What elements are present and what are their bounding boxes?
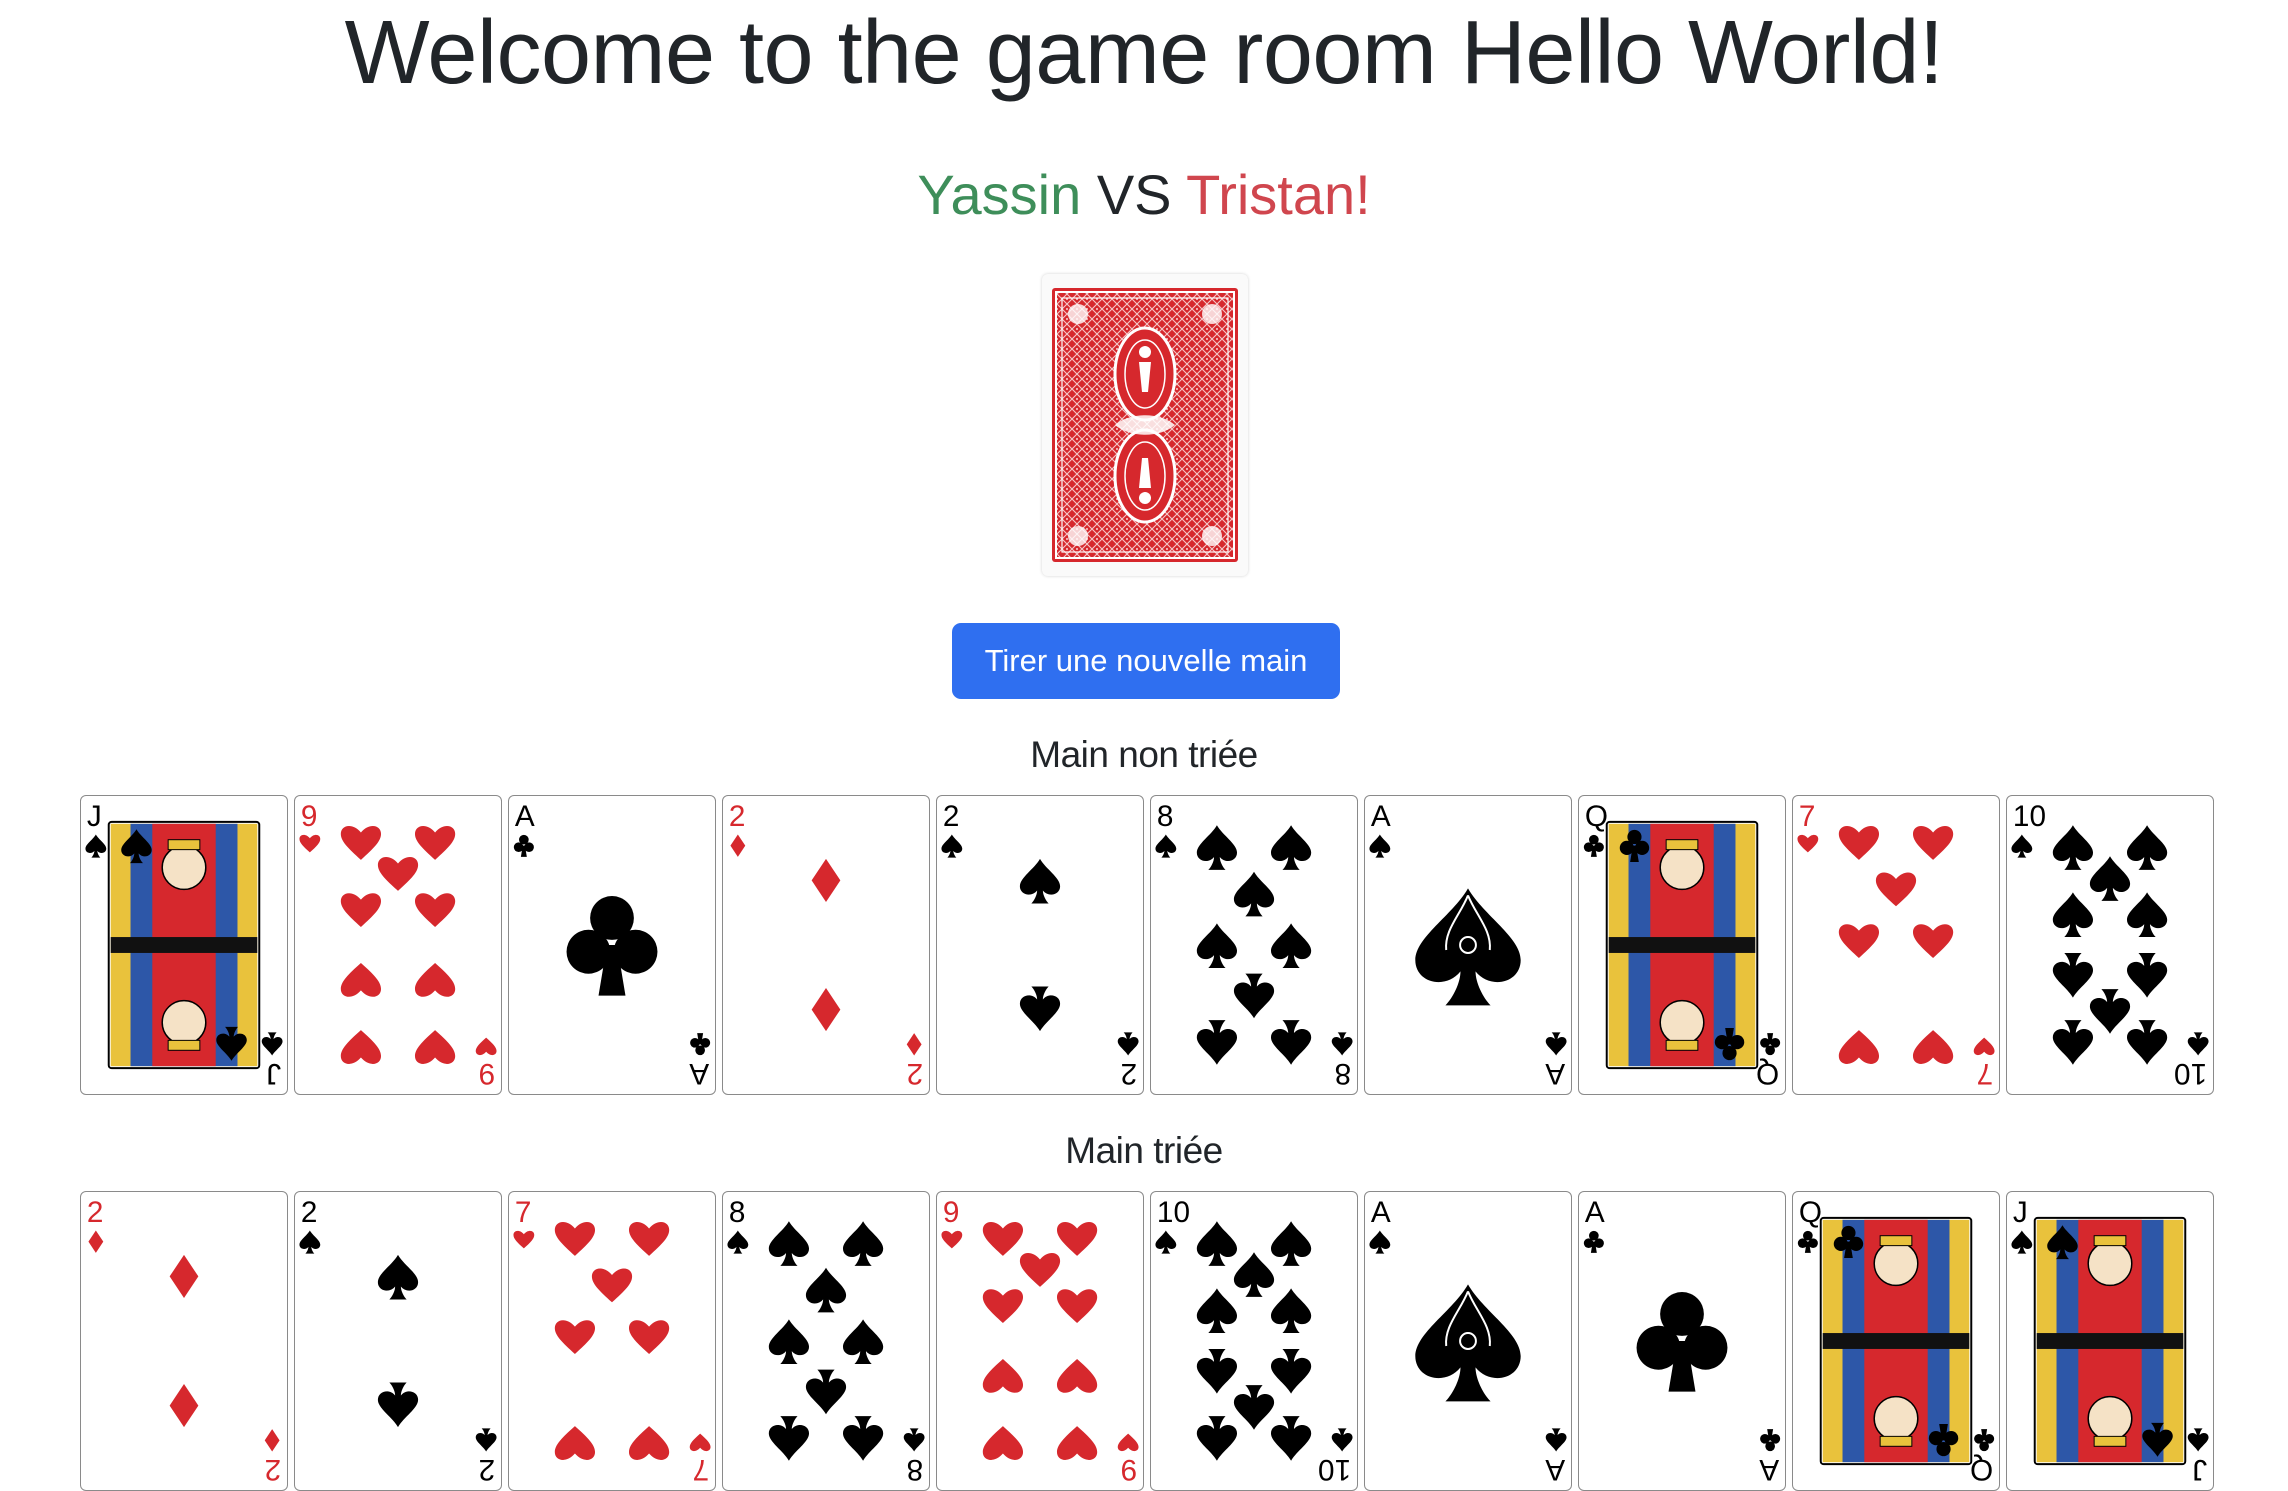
playing-card[interactable]: AA <box>508 795 716 1095</box>
unsorted-hand-label: Main non triée <box>1030 734 1258 775</box>
card-rank: A <box>515 800 535 833</box>
spade-icon: 10 10 <box>2011 800 2209 1090</box>
card-rank: 10 <box>1157 1196 1190 1229</box>
unsorted-hand: J J 9 9 A A 2 2 2 2 8 8 A A Q Q 7 7 10 10 <box>80 795 2214 1095</box>
playing-card[interactable]: 10 10 <box>1150 1191 1358 1491</box>
card-rank-bottom: 7 <box>693 1453 710 1486</box>
card-rank-bottom: A <box>1545 1453 1565 1486</box>
card-rank: 2 <box>729 800 746 833</box>
diamond-icon: 22 <box>729 800 924 1090</box>
heart-icon: 77 <box>1797 800 1995 1090</box>
card-rank: 2 <box>87 1196 104 1229</box>
club-icon: QQ <box>1583 800 1781 1090</box>
heart-icon: 99 <box>299 800 497 1090</box>
card-rank-bottom: J <box>2192 1453 2207 1486</box>
playing-card[interactable]: 99 <box>294 795 502 1095</box>
playing-card[interactable]: JJ <box>80 795 288 1095</box>
spade-icon: JJ <box>2011 1196 2209 1486</box>
playing-card[interactable]: 22 <box>936 795 1144 1095</box>
card-rank: 2 <box>301 1196 318 1229</box>
playing-card[interactable]: AA <box>1364 1191 1572 1491</box>
card-rank-bottom: 2 <box>907 1057 924 1090</box>
card-rank: 9 <box>943 1196 960 1229</box>
card-rank: J <box>87 800 102 833</box>
spade-icon: 22 <box>941 800 1139 1090</box>
playing-card[interactable]: 88 <box>722 1191 930 1491</box>
card-rank-bottom: 2 <box>265 1453 282 1486</box>
card-rank-bottom: J <box>266 1057 281 1090</box>
card-rank: 8 <box>1157 800 1174 833</box>
diamond-icon: 22 <box>87 1196 282 1486</box>
card-rank-bottom: A <box>1759 1453 1779 1486</box>
playing-card[interactable]: AA <box>1578 1191 1786 1491</box>
card-back-icon <box>1052 288 1238 562</box>
playing-card[interactable]: 88 <box>1150 795 1358 1095</box>
spade-icon: AA <box>1369 1196 1567 1486</box>
card-rank: Q <box>1585 800 1608 833</box>
card-rank: A <box>1371 1196 1391 1229</box>
club-icon: QQ <box>1797 1196 1995 1486</box>
card-rank: 9 <box>301 800 318 833</box>
card-rank: 7 <box>1799 800 1816 833</box>
card-rank-bottom: 10 <box>1318 1453 1351 1486</box>
sorted-hand: 2 2 2 2 7 7 8 8 9 9 10 10 A A A A Q Q J J <box>80 1191 2214 1491</box>
club-icon: AA <box>1583 1196 1781 1486</box>
card-rank-bottom: 2 <box>479 1453 496 1486</box>
spade-icon: 88 <box>727 1196 925 1486</box>
club-icon: AA <box>513 800 711 1090</box>
playing-card[interactable]: 77 <box>1792 795 2000 1095</box>
playing-card[interactable]: 99 <box>936 1191 1144 1491</box>
spade-icon: JJ <box>85 800 283 1090</box>
vs-label: VS <box>1096 163 1172 226</box>
card-rank: 10 <box>2013 800 2046 833</box>
card-rank: J <box>2013 1196 2028 1229</box>
card-rank-bottom: 9 <box>479 1057 496 1090</box>
playing-card[interactable]: 22 <box>80 1191 288 1491</box>
card-rank-bottom: 9 <box>1121 1453 1138 1486</box>
spade-icon: 10 10 <box>1155 1196 1353 1486</box>
card-rank: A <box>1585 1196 1605 1229</box>
playing-card[interactable]: JJ <box>2006 1191 2214 1491</box>
playing-card[interactable]: 22 <box>294 1191 502 1491</box>
card-rank-bottom: A <box>1545 1057 1565 1090</box>
card-rank-bottom: Q <box>1756 1057 1779 1090</box>
spade-icon: 22 <box>299 1196 497 1486</box>
heart-icon: 99 <box>941 1196 1139 1486</box>
card-rank-bottom: 8 <box>1335 1057 1352 1090</box>
card-rank: Q <box>1799 1196 1822 1229</box>
spade-icon: 88 <box>1155 800 1353 1090</box>
playing-card[interactable]: 77 <box>508 1191 716 1491</box>
card-rank: 7 <box>515 1196 532 1229</box>
card-rank-bottom: Q <box>1970 1453 1993 1486</box>
player1-name: Yassin <box>917 163 1082 226</box>
card-rank: 2 <box>943 800 960 833</box>
spade-icon: AA <box>1369 800 1567 1090</box>
heart-icon: 77 <box>513 1196 711 1486</box>
players-line: Yassin VS Tristan! <box>0 162 2288 228</box>
card-rank-bottom: 2 <box>1121 1057 1138 1090</box>
player2-name: Tristan! <box>1186 163 1371 226</box>
card-rank-bottom: 8 <box>907 1453 924 1486</box>
card-rank-bottom: A <box>689 1057 709 1090</box>
game-room: Welcome to the game room Hello World! Ya… <box>0 0 2288 1491</box>
playing-card[interactable]: 22 <box>722 795 930 1095</box>
deck-card-back[interactable] <box>1042 274 1248 576</box>
page-title: Welcome to the game room Hello World! <box>344 3 1944 103</box>
card-rank-bottom: 7 <box>1977 1057 1994 1090</box>
playing-card[interactable]: 10 10 <box>2006 795 2214 1095</box>
playing-card[interactable]: QQ <box>1792 1191 2000 1491</box>
card-rank: A <box>1371 800 1391 833</box>
playing-card[interactable]: QQ <box>1578 795 1786 1095</box>
card-rank-bottom: 10 <box>2174 1057 2207 1090</box>
draw-new-hand-button[interactable]: Tirer une nouvelle main <box>952 623 1340 699</box>
sorted-hand-label: Main triée <box>1065 1130 1223 1171</box>
playing-card[interactable]: AA <box>1364 795 1572 1095</box>
card-rank: 8 <box>729 1196 746 1229</box>
